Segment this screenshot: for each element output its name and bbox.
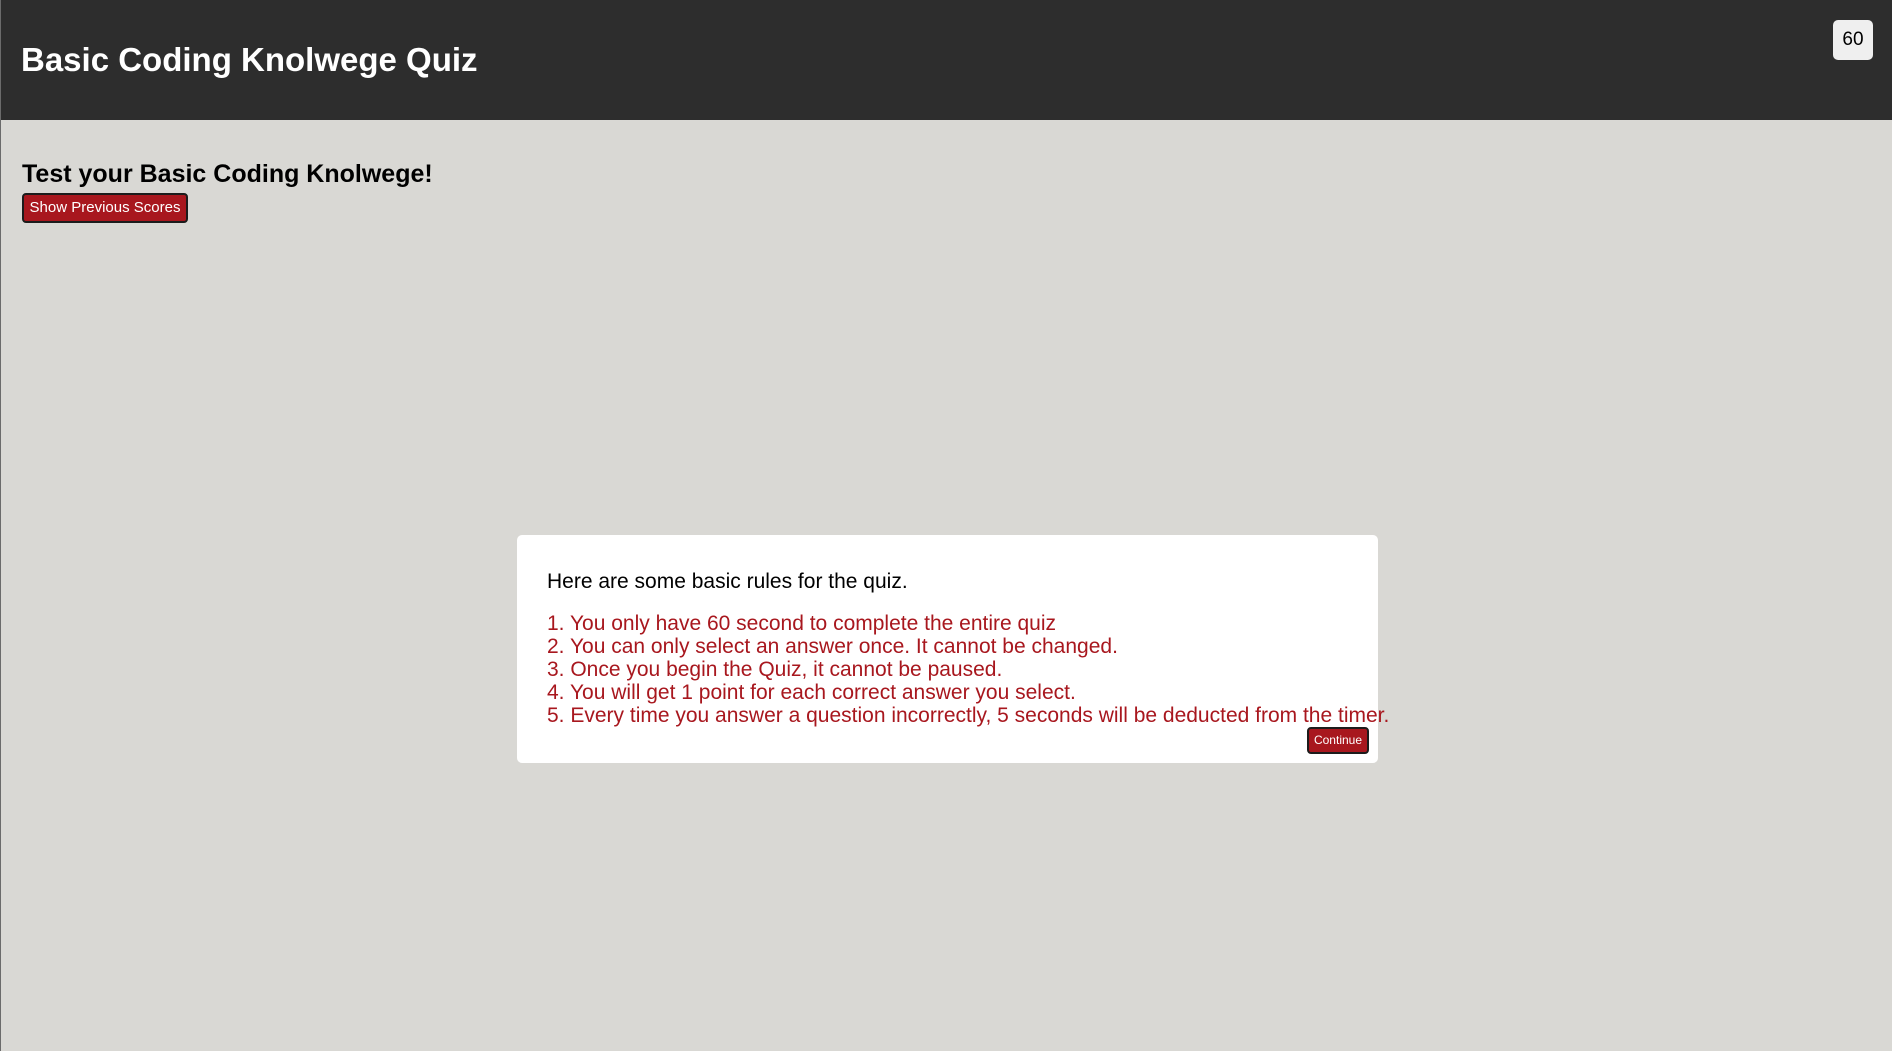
quiz-subtitle: Test your Basic Coding Knolwege!	[22, 160, 433, 188]
countdown-timer: 60	[1833, 20, 1873, 60]
rule-item: 5. Every time you answer a question inco…	[547, 704, 1390, 727]
continue-button[interactable]: Continue	[1307, 727, 1369, 754]
rule-item: 1. You only have 60 second to complete t…	[547, 612, 1057, 635]
quiz-page: Basic Coding Knolwege Quiz 60 Test your …	[0, 0, 1892, 1051]
rule-item: 4. You will get 1 point for each correct…	[547, 681, 1076, 704]
show-previous-scores-button[interactable]: Show Previous Scores	[22, 193, 188, 223]
page-title: Basic Coding Knolwege Quiz	[21, 41, 478, 78]
rules-list: 1. You only have 60 second to complete t…	[547, 612, 1389, 727]
rules-modal: Here are some basic rules for the quiz. …	[517, 535, 1389, 763]
rule-item: 3. Once you begin the Quiz, it cannot be…	[547, 658, 1003, 681]
rules-intro: Here are some basic rules for the quiz.	[547, 570, 908, 593]
app-header: Basic Coding Knolwege Quiz 60	[1, 0, 1892, 120]
rule-item: 2. You can only select an answer once. I…	[547, 635, 1118, 658]
